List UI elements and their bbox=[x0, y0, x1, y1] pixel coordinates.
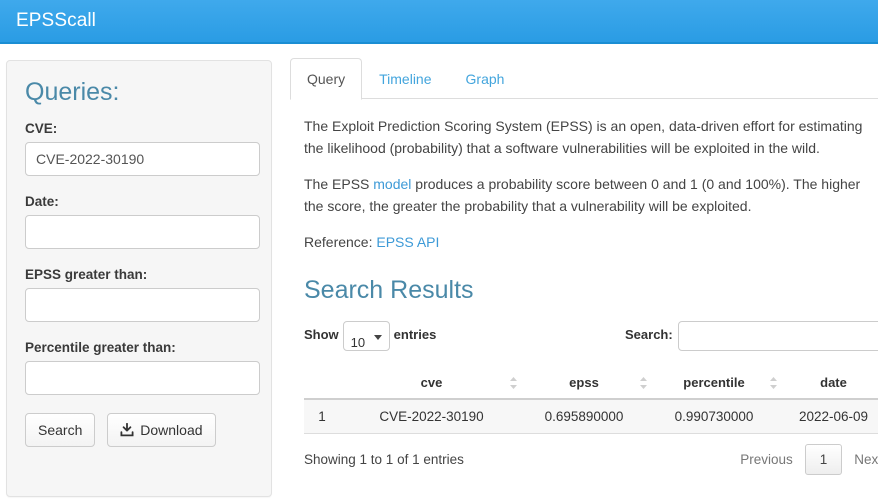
results-table-head: cve epss percentile date bbox=[304, 367, 878, 400]
search-button[interactable]: Search bbox=[25, 413, 96, 447]
chevron-down-icon bbox=[373, 334, 382, 340]
datatable-footer: Showing 1 to 1 of 1 entries Previous 1 Nex… bbox=[304, 444, 878, 484]
download-button[interactable]: Download bbox=[107, 413, 216, 447]
download-button-label: Download bbox=[140, 422, 203, 438]
column-header-cve[interactable]: cve bbox=[348, 367, 523, 400]
percentile-greater-than-field-label: Percentile greater than: bbox=[25, 340, 176, 355]
page-length-control: Show 10 entries bbox=[304, 319, 436, 351]
column-header-epss[interactable]: epss bbox=[523, 367, 653, 400]
search-results-heading: Search Results bbox=[304, 276, 474, 304]
cell-index: 1 bbox=[304, 399, 348, 434]
model-link[interactable]: model bbox=[373, 176, 411, 192]
pagination-next[interactable]: Next bbox=[844, 446, 878, 473]
epss-api-link[interactable]: EPSS API bbox=[376, 234, 439, 250]
queries-sidebar-content: Queries: CVE: Date: EPSS greater than: P… bbox=[7, 61, 271, 447]
search-button-label: Search bbox=[38, 422, 83, 438]
queries-heading: Queries: bbox=[25, 78, 120, 106]
top-navbar: EPSScall bbox=[0, 0, 878, 44]
cell-cve: CVE-2022-30190 bbox=[348, 399, 523, 434]
datatable-controls: Show 10 entries Search: bbox=[304, 319, 878, 353]
table-row[interactable]: 1 CVE-2022-30190 0.695890000 0.990730000… bbox=[304, 399, 878, 434]
epss-model-paragraph: The EPSS model produces a probability sc… bbox=[304, 173, 869, 217]
cell-epss: 0.695890000 bbox=[523, 399, 653, 434]
table-search-label: Search: bbox=[625, 327, 673, 342]
epss-greater-than-field-label: EPSS greater than: bbox=[25, 267, 148, 282]
cve-field-label: CVE: bbox=[25, 121, 58, 136]
column-header-percentile-label: percentile bbox=[683, 375, 745, 390]
date-field-label: Date: bbox=[25, 194, 59, 209]
reference-paragraph: Reference: EPSS API bbox=[304, 231, 869, 253]
entries-label: entries bbox=[393, 327, 437, 342]
column-header-date[interactable]: date bbox=[783, 367, 878, 400]
pagination-page-1[interactable]: 1 bbox=[804, 444, 843, 475]
tab-graph[interactable]: Graph bbox=[449, 58, 522, 100]
column-header-epss-label: epss bbox=[569, 375, 599, 390]
pagination: Previous1Next bbox=[730, 444, 878, 475]
cell-percentile: 0.990730000 bbox=[653, 399, 783, 434]
page-length-value: 10 bbox=[350, 334, 366, 350]
results-table-header-row: cve epss percentile date bbox=[304, 367, 878, 400]
column-header-index bbox=[304, 367, 348, 400]
table-search-input[interactable] bbox=[677, 320, 878, 351]
date-input[interactable] bbox=[25, 215, 260, 249]
reference-label: Reference: bbox=[304, 234, 377, 250]
show-label: Show bbox=[304, 327, 339, 342]
tab-bar: Query Timeline Graph bbox=[290, 58, 878, 100]
model-paragraph-prefix: The EPSS bbox=[304, 176, 374, 192]
query-tab-panel: The Exploit Prediction Scoring System (E… bbox=[290, 99, 878, 484]
download-icon bbox=[120, 422, 134, 437]
cve-input[interactable] bbox=[25, 142, 260, 176]
epss-greater-than-input[interactable] bbox=[25, 288, 260, 322]
results-table: cve epss percentile date 1 CVE-2022-3019… bbox=[304, 367, 878, 434]
tab-query-label: Query bbox=[307, 71, 346, 87]
sort-icon bbox=[769, 376, 778, 390]
column-header-date-label: date bbox=[820, 375, 847, 390]
table-search-control: Search: bbox=[625, 319, 878, 351]
tab-timeline[interactable]: Timeline bbox=[362, 58, 448, 100]
cell-date: 2022-06-09 bbox=[783, 399, 878, 434]
sidebar-button-row: Search Download bbox=[25, 413, 257, 447]
tab-graph-label: Graph bbox=[465, 71, 505, 87]
tab-timeline-label: Timeline bbox=[379, 71, 432, 87]
sort-icon bbox=[509, 376, 518, 390]
table-info-text: Showing 1 to 1 of 1 entries bbox=[304, 452, 464, 467]
sort-icon bbox=[639, 376, 648, 390]
column-header-percentile[interactable]: percentile bbox=[653, 367, 783, 400]
tab-query[interactable]: Query bbox=[290, 58, 363, 100]
app-brand-title[interactable]: EPSScall bbox=[16, 9, 96, 33]
queries-sidebar-panel: Queries: CVE: Date: EPSS greater than: P… bbox=[6, 60, 272, 497]
percentile-greater-than-input[interactable] bbox=[25, 361, 260, 395]
main-content: Query Timeline Graph The Exploit Predict… bbox=[290, 58, 878, 484]
epss-description-paragraph: The Exploit Prediction Scoring System (E… bbox=[304, 118, 863, 156]
results-table-body: 1 CVE-2022-30190 0.695890000 0.990730000… bbox=[304, 399, 878, 434]
page-length-select[interactable]: 10 bbox=[342, 320, 390, 351]
column-header-cve-label: cve bbox=[420, 375, 443, 390]
pagination-previous[interactable]: Previous bbox=[730, 446, 803, 473]
